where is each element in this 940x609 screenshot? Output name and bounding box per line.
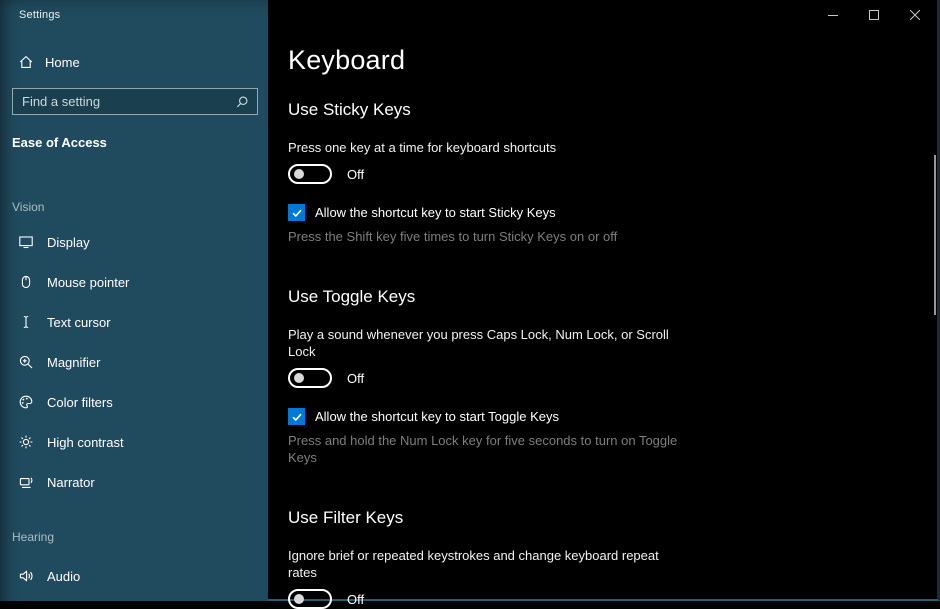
toggle-keys-toggle-row: Off	[288, 368, 728, 388]
sticky-keys-shortcut-label: Allow the shortcut key to start Sticky K…	[315, 205, 556, 220]
sidebar-item-audio[interactable]: Audio	[0, 556, 268, 596]
settings-window: Settings Home Ease of Access Vision Dis	[0, 0, 940, 601]
toggle-keys-toggle-state: Off	[347, 371, 364, 386]
minimize-button[interactable]	[812, 0, 853, 30]
sticky-keys-description: Press one key at a time for keyboard sho…	[288, 139, 676, 156]
search-input[interactable]	[22, 94, 235, 109]
sticky-keys-toggle-state: Off	[347, 167, 364, 182]
toggle-keys-hint: Press and hold the Num Lock key for five…	[288, 432, 688, 466]
sidebar-item-text-cursor[interactable]: Text cursor	[0, 302, 268, 342]
maximize-button[interactable]	[853, 0, 894, 30]
sidebar-item-high-contrast[interactable]: High contrast	[0, 422, 268, 462]
sticky-keys-toggle[interactable]	[288, 164, 332, 184]
sidebar-item-home[interactable]: Home	[0, 52, 268, 72]
sidebar-item-label: Mouse pointer	[47, 275, 129, 290]
sidebar-item-color-filters[interactable]: Color filters	[0, 382, 268, 422]
filter-keys-heading: Use Filter Keys	[288, 508, 728, 528]
main-pane: Keyboard Use Sticky Keys Press one key a…	[268, 0, 940, 601]
minimize-icon	[828, 10, 838, 20]
maximize-icon	[869, 10, 879, 20]
filter-keys-description: Ignore brief or repeated keystrokes and …	[288, 547, 676, 581]
group-header-hearing: Hearing	[0, 530, 268, 544]
window-controls	[812, 0, 935, 30]
magnifier-icon	[18, 354, 34, 370]
window-title: Settings	[19, 9, 60, 21]
category-title: Ease of Access	[0, 135, 268, 150]
sticky-keys-toggle-row: Off	[288, 164, 728, 184]
hearing-nav-items: Audio	[0, 556, 268, 596]
sidebar-item-label: Magnifier	[47, 355, 100, 370]
filter-keys-toggle-state: Off	[347, 592, 364, 607]
sidebar-item-display[interactable]: Display	[0, 222, 268, 262]
home-label: Home	[45, 55, 80, 70]
vertical-scrollbar-thumb[interactable]	[934, 155, 936, 315]
sticky-keys-hint: Press the Shift key five times to turn S…	[288, 228, 688, 245]
group-header-vision: Vision	[0, 200, 268, 214]
audio-icon	[18, 568, 34, 584]
toggle-keys-description: Play a sound whenever you press Caps Loc…	[288, 326, 676, 360]
sidebar-item-label: Display	[47, 235, 90, 250]
display-icon	[18, 234, 34, 250]
toggle-keys-shortcut-row[interactable]: Allow the shortcut key to start Toggle K…	[288, 408, 728, 425]
sidebar-item-mouse-pointer[interactable]: Mouse pointer	[0, 262, 268, 302]
sticky-keys-shortcut-checkbox[interactable]	[288, 204, 305, 221]
toggle-knob	[294, 594, 304, 604]
page-title: Keyboard	[288, 44, 728, 76]
toggle-keys-shortcut-checkbox[interactable]	[288, 408, 305, 425]
toggle-knob	[294, 169, 304, 179]
filter-keys-toggle-row: Off	[288, 589, 728, 609]
home-icon	[18, 54, 34, 70]
sticky-keys-shortcut-row[interactable]: Allow the shortcut key to start Sticky K…	[288, 204, 728, 221]
search-icon[interactable]	[235, 95, 249, 109]
sidebar-item-magnifier[interactable]: Magnifier	[0, 342, 268, 382]
close-button[interactable]	[894, 0, 935, 30]
toggle-knob	[294, 373, 304, 383]
checkmark-icon	[291, 207, 303, 219]
toggle-keys-toggle[interactable]	[288, 368, 332, 388]
sidebar-item-label: Audio	[47, 569, 80, 584]
sidebar: Settings Home Ease of Access Vision Dis	[0, 0, 268, 601]
filter-keys-toggle[interactable]	[288, 589, 332, 609]
keyboard-settings-content: Keyboard Use Sticky Keys Press one key a…	[268, 0, 728, 609]
high-contrast-icon	[18, 434, 34, 450]
search-box	[12, 88, 258, 115]
sticky-keys-heading: Use Sticky Keys	[288, 100, 728, 120]
sidebar-item-label: High contrast	[47, 435, 124, 450]
checkmark-icon	[291, 411, 303, 423]
color-filters-icon	[18, 394, 34, 410]
toggle-keys-heading: Use Toggle Keys	[288, 287, 728, 307]
sidebar-item-label: Color filters	[47, 395, 113, 410]
close-icon	[910, 10, 920, 20]
toggle-keys-shortcut-label: Allow the shortcut key to start Toggle K…	[315, 409, 559, 424]
mouse-pointer-icon	[18, 274, 34, 290]
sidebar-item-label: Text cursor	[47, 315, 111, 330]
text-cursor-icon	[18, 314, 34, 330]
sidebar-item-narrator[interactable]: Narrator	[0, 462, 268, 502]
vision-nav-items: Display Mouse pointer Text cursor	[0, 222, 268, 502]
sidebar-item-label: Narrator	[47, 475, 95, 490]
narrator-icon	[18, 474, 34, 490]
